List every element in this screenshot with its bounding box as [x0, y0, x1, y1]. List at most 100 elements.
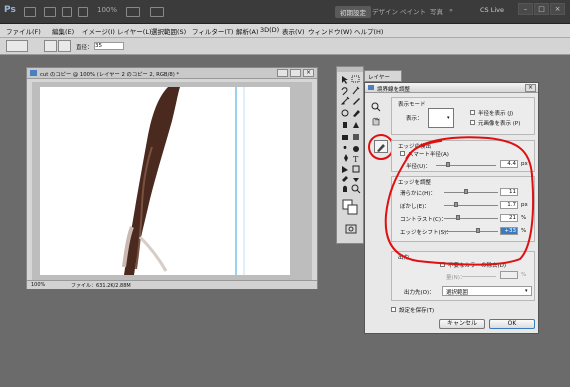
- add-to-selection-icon[interactable]: [58, 40, 71, 52]
- show-radius-checkbox[interactable]: [470, 110, 475, 115]
- amount-slider[interactable]: [462, 276, 496, 277]
- new-selection-icon[interactable]: [44, 40, 57, 52]
- tool-preset-picker[interactable]: [6, 40, 28, 52]
- bridge-icon[interactable]: [24, 7, 36, 17]
- more-workspaces-button[interactable]: »: [449, 6, 453, 14]
- tools-panel-header[interactable]: [337, 67, 363, 72]
- tool-icons[interactable]: T: [339, 74, 363, 244]
- quick-selection-tool-icon: [352, 86, 360, 95]
- status-file-info: ファイル：631.2K/2.88M: [71, 283, 131, 289]
- history-brush-icon: [353, 122, 359, 128]
- document-title: cut のコピー @ 100% (レイヤー 2 のコピー 2, RGB/8) *: [40, 72, 180, 78]
- dodge-tool-icon: [353, 146, 359, 152]
- menu-3d[interactable]: 3D(D): [260, 26, 279, 34]
- remember-settings-label: 設定を保存(T): [399, 308, 435, 314]
- dialog-zoom-icon[interactable]: [370, 101, 382, 112]
- menu-image[interactable]: イメージ(I): [82, 26, 115, 36]
- status-bar: 100% ファイル：631.2K/2.88M: [27, 280, 317, 289]
- menu-edit[interactable]: 編集(E): [52, 26, 74, 36]
- layers-tab-label: レイヤー: [368, 75, 390, 81]
- ok-button[interactable]: OK: [489, 319, 535, 329]
- menu-window[interactable]: ウィンドウ(W): [308, 26, 352, 36]
- show-radius-label: 半径を表示 (J): [478, 111, 514, 117]
- chevron-down-icon: ▾: [525, 288, 528, 294]
- arrange-documents-icon[interactable]: [126, 7, 140, 17]
- workspace-photography[interactable]: 写真: [430, 6, 443, 16]
- close-app-button[interactable]: ×: [550, 3, 565, 15]
- show-original-label: 元画像を表示 (P): [478, 121, 521, 127]
- blur-tool-icon: [343, 146, 347, 149]
- view-mode-group: 表示モード 表示： ▾ 半径を表示 (J) 元画像を表示 (P): [391, 97, 535, 135]
- dialog-title: 境界線を調整: [377, 87, 411, 93]
- hand-icon[interactable]: [62, 7, 72, 17]
- canvas-area: [32, 82, 312, 280]
- canvas-image[interactable]: [40, 87, 290, 275]
- marquee-tool-icon: [351, 75, 360, 83]
- layers-panel-tab[interactable]: レイヤー: [364, 70, 402, 82]
- workspace-painting[interactable]: ペイント: [400, 6, 426, 16]
- application-bar: Ps 100% 初期設定 デザイン ペイント 写真 » CS Live – □ …: [0, 0, 570, 24]
- workspace-design[interactable]: デザイン: [372, 6, 398, 16]
- minimize-app-button[interactable]: –: [518, 3, 533, 15]
- brush-tool-icon: [353, 110, 360, 117]
- output-to-value: 選択範囲: [446, 290, 469, 296]
- view-label: 表示：: [406, 116, 423, 122]
- tools-panel: T: [336, 66, 364, 244]
- pen-tool-icon: [344, 154, 348, 162]
- mini-bridge-icon[interactable]: [44, 7, 56, 17]
- output-to-label: 出力先(O)：: [404, 290, 435, 296]
- hand-tool-icon: [343, 185, 347, 192]
- menu-filter[interactable]: フィルター(T): [192, 26, 233, 36]
- diameter-label: 直径：: [76, 45, 93, 51]
- menu-file[interactable]: ファイル(F): [6, 26, 41, 36]
- dialog-title-bar[interactable]: 境界線を調整 ×: [365, 83, 538, 93]
- amount-input[interactable]: [500, 271, 518, 279]
- 3d-orbit-icon: [353, 178, 359, 182]
- dialog-hand-icon[interactable]: [370, 115, 382, 126]
- hair-silhouette: [122, 87, 245, 275]
- lasso-tool-icon: [341, 87, 348, 96]
- menu-view[interactable]: 表示(V): [282, 26, 305, 36]
- status-zoom[interactable]: 100%: [31, 282, 45, 288]
- path-selection-icon: [342, 166, 348, 173]
- 3d-rotate-icon: [342, 176, 348, 182]
- chevron-down-icon: ▾: [447, 115, 450, 121]
- dialog-app-icon: [368, 85, 374, 90]
- view-mode-heading: 表示モード: [398, 102, 426, 108]
- options-bar: 直径： 35: [0, 38, 570, 55]
- healing-brush-icon: [341, 109, 349, 117]
- minimize-document-button[interactable]: [277, 69, 288, 77]
- zoom-icon[interactable]: [78, 7, 88, 17]
- annotation-red-outline: [384, 136, 535, 266]
- screen-mode-icon[interactable]: [150, 7, 164, 17]
- menu-analysis[interactable]: 解析(A): [236, 26, 259, 36]
- menu-help[interactable]: ヘルプ(H): [354, 26, 383, 36]
- show-original-checkbox[interactable]: [470, 120, 475, 125]
- photoshop-logo: Ps: [4, 5, 16, 15]
- document-window: cut のコピー @ 100% (レイヤー 2 のコピー 2, RGB/8) *…: [26, 67, 318, 289]
- ps-document-icon: [30, 70, 37, 76]
- document-tab[interactable]: cut のコピー @ 100% (レイヤー 2 のコピー 2, RGB/8) *…: [27, 68, 317, 79]
- quick-mask-icon: [345, 224, 357, 234]
- crop-tool-icon: [340, 96, 350, 105]
- gradient-tool-icon: [353, 134, 359, 140]
- dialog-close-button[interactable]: ×: [525, 84, 536, 92]
- view-thumbnail-dropdown[interactable]: ▾: [428, 108, 454, 128]
- eraser-tool-icon: [342, 135, 348, 140]
- menu-select[interactable]: 選択範囲(S): [151, 26, 186, 36]
- cs-live-button[interactable]: CS Live: [480, 6, 504, 14]
- remember-settings-checkbox[interactable]: [391, 307, 396, 312]
- background-color-swatch: [347, 204, 358, 215]
- restore-document-button[interactable]: [290, 69, 301, 77]
- menu-bar: ファイル(F) 編集(E) イメージ(I) レイヤー(L) 選択範囲(S) フィ…: [0, 24, 570, 38]
- output-to-select[interactable]: 選択範囲 ▾: [442, 286, 532, 296]
- close-document-button[interactable]: ×: [303, 69, 314, 77]
- maximize-app-button[interactable]: □: [534, 3, 549, 15]
- eyedropper-tool-icon: [353, 98, 360, 105]
- diameter-input[interactable]: 35: [94, 42, 124, 50]
- cancel-button[interactable]: キャンセル: [439, 319, 485, 329]
- move-tool-icon: [342, 76, 348, 84]
- workspace-essentials[interactable]: 初期設定: [335, 6, 371, 18]
- zoom-level-select[interactable]: 100%: [97, 6, 117, 14]
- menu-layer[interactable]: レイヤー(L): [117, 26, 152, 36]
